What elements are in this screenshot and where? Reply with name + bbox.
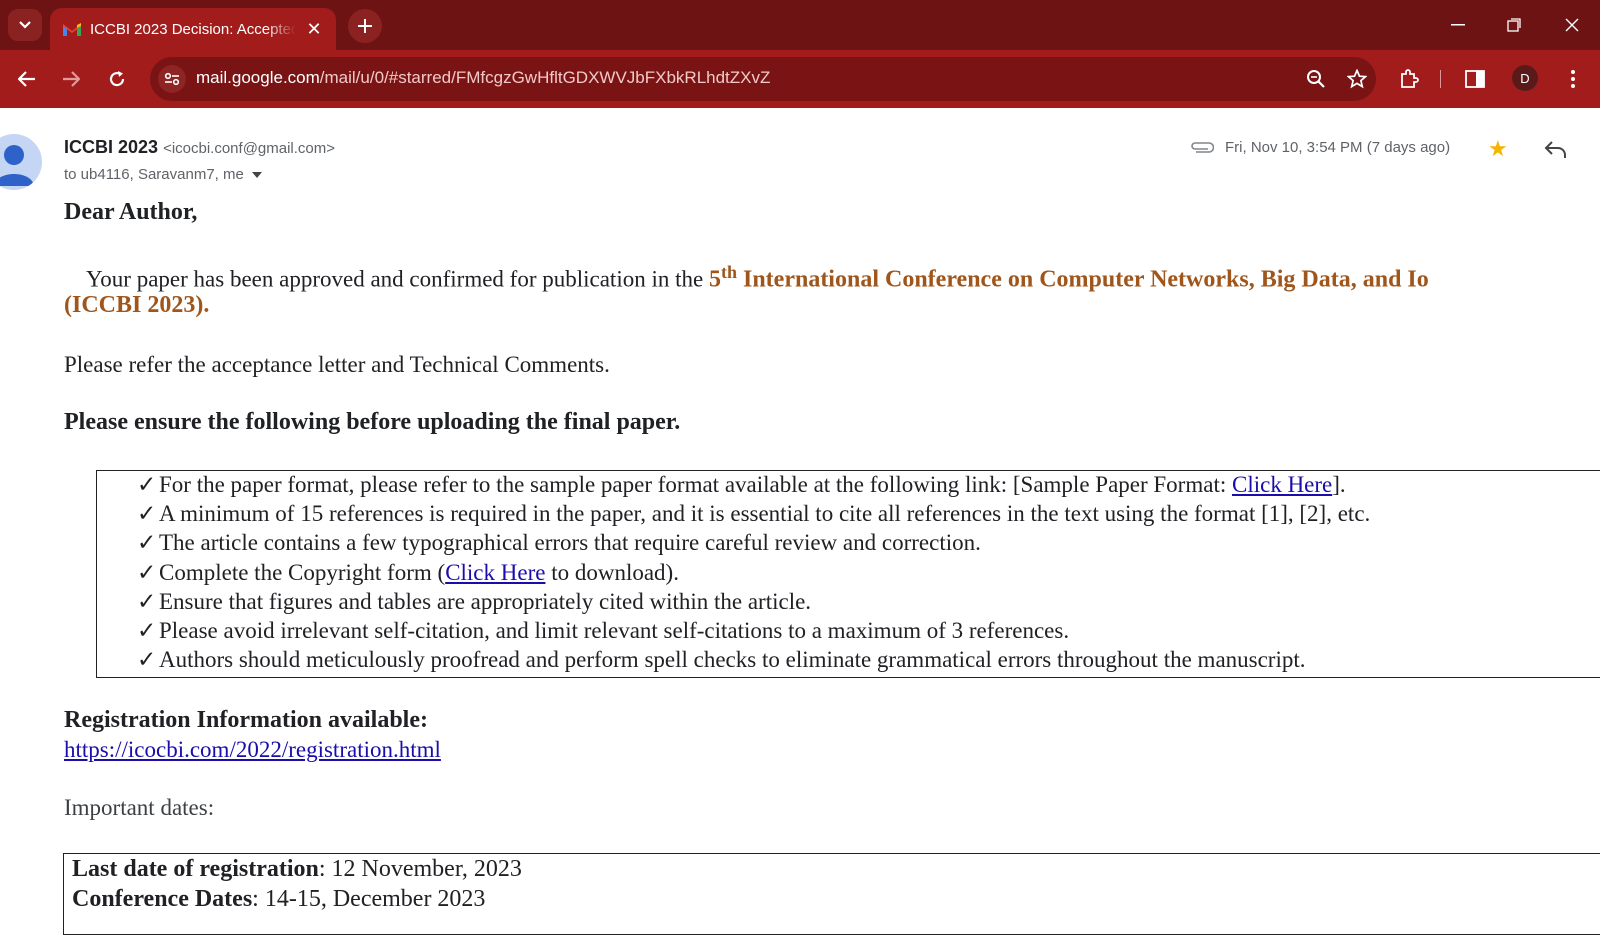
checklist-text: Authors should meticulously proofread an… — [159, 647, 1306, 672]
check-mark-icon: ✓ — [137, 472, 157, 497]
close-tab-icon[interactable]: ✕ — [304, 19, 324, 40]
intro-paragraph: Your paper has been approved and confirm… — [86, 262, 1429, 294]
checklist-text: to download). — [545, 560, 679, 585]
tab-search-icon[interactable] — [8, 9, 42, 41]
check-mark-icon: ✓ — [137, 647, 157, 672]
check-mark-icon: ✓ — [137, 501, 157, 526]
intro-text: Your paper has been approved and confirm… — [86, 266, 709, 292]
checklist-item: ✓ The article contains a few typographica… — [137, 530, 981, 556]
extensions-icon[interactable] — [1394, 64, 1424, 94]
dates-row-label: Conference Dates — [72, 886, 253, 912]
zoom-icon[interactable] — [1304, 67, 1328, 91]
registration-link[interactable]: https://icocbi.com/2022/registration.htm… — [64, 737, 441, 763]
dates-row-value: : 12 November, 2023 — [318, 856, 522, 882]
registration-heading: Registration Information available: — [64, 707, 428, 733]
recipients-line[interactable]: to ub4116, Saravanm7, me — [64, 166, 262, 183]
bookmark-star-icon[interactable] — [1345, 67, 1369, 91]
ensure-heading: Please ensure the following before uploa… — [64, 409, 681, 435]
recipients-text: to ub4116, Saravanm7, me — [64, 166, 244, 183]
gmail-favicon-icon — [62, 21, 82, 37]
tab-title: ICCBI 2023 Decision: Accepted — [90, 20, 296, 38]
dates-row-value: : 14-15, December 2023 — [252, 886, 486, 912]
forward-icon[interactable] — [56, 64, 86, 94]
checklist-text: Please avoid irrelevant self-citation, a… — [159, 618, 1070, 643]
refer-line: Please refer the acceptance letter and T… — [64, 352, 610, 377]
chevron-down-icon[interactable] — [251, 171, 262, 178]
checklist-text: ]. — [1332, 472, 1346, 497]
copyright-form-link[interactable]: Click Here — [445, 560, 545, 585]
minimize-icon[interactable] — [1444, 12, 1472, 38]
check-mark-icon: ✓ — [137, 589, 157, 614]
checklist-item: ✓ A minimum of 15 references is required … — [137, 501, 1370, 527]
sender-email: <icocbi.conf@gmail.com> — [163, 140, 336, 157]
checklist-text: The article contains a few typographical… — [159, 530, 981, 555]
check-mark-icon: ✓ — [137, 618, 157, 643]
checklist-item: ✓ Ensure that figures and tables are appr… — [137, 589, 811, 615]
important-dates-label: Important dates: — [64, 795, 215, 820]
checklist-text: Ensure that figures and tables are appro… — [159, 589, 812, 614]
greeting: Dear Author, — [64, 199, 198, 225]
sender-avatar[interactable] — [0, 134, 42, 190]
check-mark-icon: ✓ — [137, 560, 157, 585]
checklist-item: ✓ Authors should meticulously proofread a… — [137, 647, 1306, 673]
new-tab-icon[interactable] — [348, 9, 382, 43]
active-tab[interactable]: ICCBI 2023 Decision: Accepted ✕ — [50, 8, 336, 50]
url-path: /mail/u/0/#starred/FMfcgzGwHfltGDXWVJbFX… — [319, 68, 771, 87]
email-date: Fri, Nov 10, 3:54 PM (7 days ago) — [1225, 139, 1451, 156]
dates-row-label: Last date of registration — [72, 856, 319, 882]
restore-icon[interactable] — [1500, 12, 1528, 38]
conference-abbreviation: (ICCBI 2023). — [64, 292, 210, 318]
checklist-text: Complete the Copyright form ( — [159, 560, 446, 585]
attachment-icon — [1190, 141, 1215, 155]
star-icon[interactable]: ★ — [1488, 136, 1508, 162]
reload-icon[interactable] — [102, 64, 132, 94]
checklist-text: For the paper format, please refer to th… — [159, 472, 1232, 497]
dates-row: Last date of registration: 12 November, … — [72, 856, 522, 883]
toolbar-separator — [1440, 70, 1441, 88]
browser-toolbar: mail.google.com/mail/u/0/#starred/FMfcgz… — [0, 50, 1600, 108]
url-host: mail.google.com — [196, 68, 320, 87]
checklist-item: ✓ Complete the Copyright form (Click Here… — [137, 560, 679, 586]
side-panel-icon[interactable] — [1460, 64, 1490, 94]
conference-number-suffix: th — [720, 262, 737, 282]
conference-number: 5 — [708, 266, 721, 293]
checklist-item: ✓ For the paper format, please refer to t… — [137, 472, 1346, 498]
address-bar[interactable]: mail.google.com/mail/u/0/#starred/FMfcgz… — [150, 57, 1376, 101]
sample-paper-link[interactable]: Click Here — [1232, 472, 1332, 497]
close-window-icon[interactable] — [1558, 12, 1586, 38]
check-mark-icon: ✓ — [137, 530, 157, 555]
back-icon[interactable] — [12, 64, 42, 94]
tab-strip: ICCBI 2023 Decision: Accepted ✕ — [0, 0, 1600, 50]
sender-name[interactable]: ICCBI 2023 — [64, 137, 158, 157]
checklist-item: ✓ Please avoid irrelevant self-citation, … — [137, 618, 1069, 644]
checklist-text: A minimum of 15 references is required i… — [159, 501, 1371, 526]
conference-name: International Conference on Computer Net… — [736, 266, 1429, 293]
url-text[interactable]: mail.google.com/mail/u/0/#starred/FMfcgz… — [196, 68, 770, 88]
sender-line: ICCBI 2023 <icocbi.conf@gmail.com> — [64, 137, 335, 158]
profile-avatar[interactable]: D — [1512, 65, 1538, 91]
reply-icon[interactable] — [1544, 139, 1568, 161]
site-info-icon[interactable] — [158, 65, 186, 93]
menu-kebab-icon[interactable] — [1558, 64, 1588, 94]
